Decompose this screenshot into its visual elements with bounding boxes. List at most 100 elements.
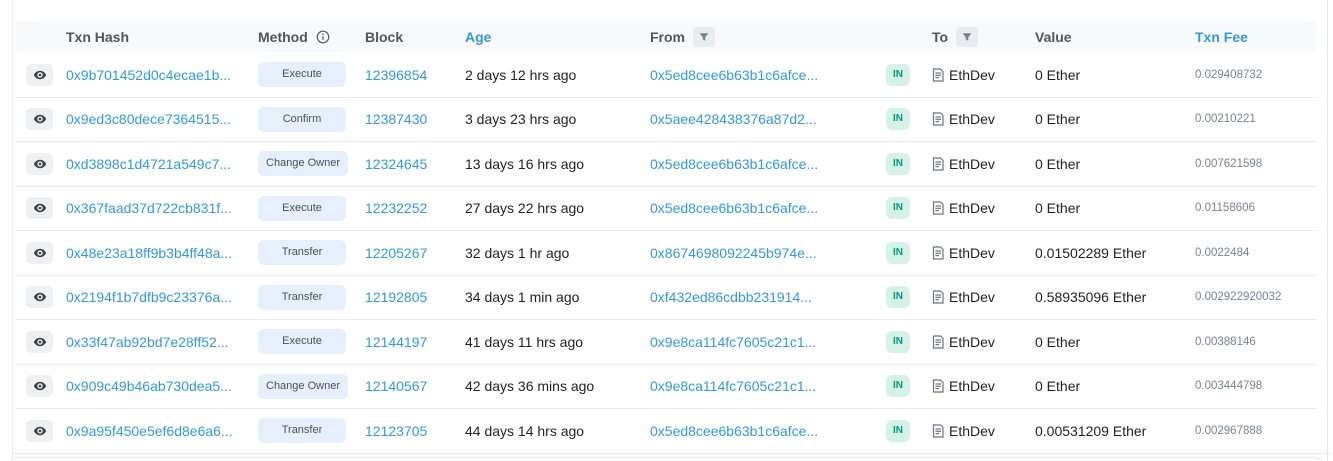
- from-address-link[interactable]: 0x9e8ca114fc7605c21c1...: [650, 378, 816, 394]
- header-from: From: [650, 29, 685, 45]
- direction-badge: IN: [886, 420, 910, 442]
- eye-button[interactable]: [26, 420, 53, 442]
- from-filter-button[interactable]: [693, 27, 715, 47]
- direction-badge: IN: [886, 64, 910, 86]
- to-name-text: EthDev: [949, 423, 995, 439]
- bottom-divider: [13, 453, 1330, 454]
- txn-hash-link[interactable]: 0x2194f1b7dfb9c23376a...: [66, 289, 232, 305]
- to-address-link[interactable]: EthDev: [932, 378, 995, 394]
- to-name-text: EthDev: [949, 200, 995, 216]
- value-text: 0 Ether: [1035, 67, 1080, 83]
- txn-hash-link[interactable]: 0x9ed3c80dece7364515...: [66, 111, 231, 127]
- from-address-link[interactable]: 0x5ed8cee6b63b1c6afce...: [650, 423, 818, 439]
- direction-badge: IN: [886, 108, 910, 130]
- method-badge: Change Owner: [258, 374, 348, 399]
- value-text: 0.00531209 Ether: [1035, 423, 1146, 439]
- table-row: 0x367faad37d722cb831f... Execute 1223225…: [16, 187, 1317, 232]
- table-row: 0x33f47ab92bd7e28ff52... Execute 1214419…: [16, 320, 1317, 365]
- table-row: 0x9ed3c80dece7364515... Confirm 12387430…: [16, 98, 1317, 143]
- age-text: 2 days 12 hrs ago: [465, 67, 576, 83]
- table-row: 0x9a95f450e5ef6d8e6a6... Transfer 121237…: [16, 409, 1317, 454]
- to-address-link[interactable]: EthDev: [932, 334, 995, 350]
- from-address-link[interactable]: 0x5ed8cee6b63b1c6afce...: [650, 200, 818, 216]
- to-address-link[interactable]: EthDev: [932, 200, 995, 216]
- age-text: 34 days 1 min ago: [465, 289, 579, 305]
- txn-hash-link[interactable]: 0x48e23a18ff9b3b4ff48a...: [66, 245, 232, 261]
- direction-badge: IN: [886, 331, 910, 353]
- method-badge: Transfer: [258, 240, 346, 265]
- from-address-link[interactable]: 0x5aee428438376a87d2...: [650, 111, 817, 127]
- to-address-link[interactable]: EthDev: [932, 289, 995, 305]
- block-link[interactable]: 12396854: [365, 67, 427, 83]
- block-link[interactable]: 12205267: [365, 245, 427, 261]
- txn-hash-link[interactable]: 0xd3898c1d4721a549c7...: [66, 156, 231, 172]
- block-link[interactable]: 12232252: [365, 200, 427, 216]
- to-name-text: EthDev: [949, 111, 995, 127]
- txn-fee-text: 0.003444798: [1195, 380, 1262, 392]
- value-text: 0.01502289 Ether: [1035, 245, 1146, 261]
- direction-badge: IN: [886, 197, 910, 219]
- to-name-text: EthDev: [949, 67, 995, 83]
- header-txn-fee[interactable]: Txn Fee: [1195, 29, 1248, 45]
- txn-hash-link[interactable]: 0x909c49b46ab730dea5...: [66, 378, 232, 394]
- method-badge: Execute: [258, 62, 346, 87]
- header-age-sort[interactable]: Age: [465, 29, 491, 45]
- value-text: 0 Ether: [1035, 156, 1080, 172]
- value-text: 0 Ether: [1035, 200, 1080, 216]
- block-link[interactable]: 12387430: [365, 111, 427, 127]
- transactions-table-page: Txn Hash Method Block Age From To: [0, 0, 1333, 461]
- block-link[interactable]: 12324645: [365, 156, 427, 172]
- contract-document-icon: [932, 379, 944, 393]
- contract-document-icon: [932, 290, 944, 304]
- eye-button[interactable]: [26, 197, 53, 219]
- header-block: Block: [365, 29, 403, 45]
- txn-hash-link[interactable]: 0x9a95f450e5ef6d8e6a6...: [66, 423, 233, 439]
- from-address-link[interactable]: 0x5ed8cee6b63b1c6afce...: [650, 156, 818, 172]
- info-icon[interactable]: [316, 30, 330, 44]
- to-address-link[interactable]: EthDev: [932, 156, 995, 172]
- to-address-link[interactable]: EthDev: [932, 423, 995, 439]
- eye-icon: [33, 201, 47, 215]
- block-link[interactable]: 12140567: [365, 378, 427, 394]
- funnel-icon: [962, 32, 972, 42]
- txn-hash-link[interactable]: 0x9b701452d0c4ecae1b...: [66, 67, 231, 83]
- eye-button[interactable]: [26, 242, 53, 264]
- to-address-link[interactable]: EthDev: [932, 245, 995, 261]
- block-link[interactable]: 12123705: [365, 423, 427, 439]
- value-text: 0 Ether: [1035, 378, 1080, 394]
- txn-hash-link[interactable]: 0x367faad37d722cb831f...: [66, 200, 232, 216]
- method-badge: Change Owner: [258, 151, 348, 176]
- value-text: 0.58935096 Ether: [1035, 289, 1146, 305]
- eye-button[interactable]: [26, 375, 53, 397]
- txn-hash-link[interactable]: 0x33f47ab92bd7e28ff52...: [66, 334, 228, 350]
- eye-button[interactable]: [26, 153, 53, 175]
- to-filter-button[interactable]: [956, 27, 978, 47]
- to-name-text: EthDev: [949, 289, 995, 305]
- eye-button[interactable]: [26, 108, 53, 130]
- contract-document-icon: [932, 424, 944, 438]
- from-address-link[interactable]: 0x8674698092245b974e...: [650, 245, 817, 261]
- eye-button[interactable]: [26, 286, 53, 308]
- age-text: 3 days 23 hrs ago: [465, 111, 576, 127]
- contract-document-icon: [932, 157, 944, 171]
- direction-badge: IN: [886, 375, 910, 397]
- from-address-link[interactable]: 0x5ed8cee6b63b1c6afce...: [650, 67, 818, 83]
- eye-icon: [33, 157, 47, 171]
- eye-icon: [33, 335, 47, 349]
- eye-button[interactable]: [26, 331, 53, 353]
- age-text: 13 days 16 hrs ago: [465, 156, 584, 172]
- from-address-link[interactable]: 0x9e8ca114fc7605c21c1...: [650, 334, 816, 350]
- block-link[interactable]: 12144197: [365, 334, 427, 350]
- contract-document-icon: [932, 68, 944, 82]
- contract-document-icon: [932, 335, 944, 349]
- eye-icon: [33, 68, 47, 82]
- block-link[interactable]: 12192805: [365, 289, 427, 305]
- eye-button[interactable]: [26, 64, 53, 86]
- txn-fee-text: 0.01158606: [1195, 202, 1255, 214]
- header-value: Value: [1035, 29, 1072, 45]
- next-card-top: [9, 457, 1324, 461]
- method-badge: Transfer: [258, 285, 346, 310]
- to-address-link[interactable]: EthDev: [932, 67, 995, 83]
- to-address-link[interactable]: EthDev: [932, 111, 995, 127]
- from-address-link[interactable]: 0xf432ed86cdbb231914...: [650, 289, 812, 305]
